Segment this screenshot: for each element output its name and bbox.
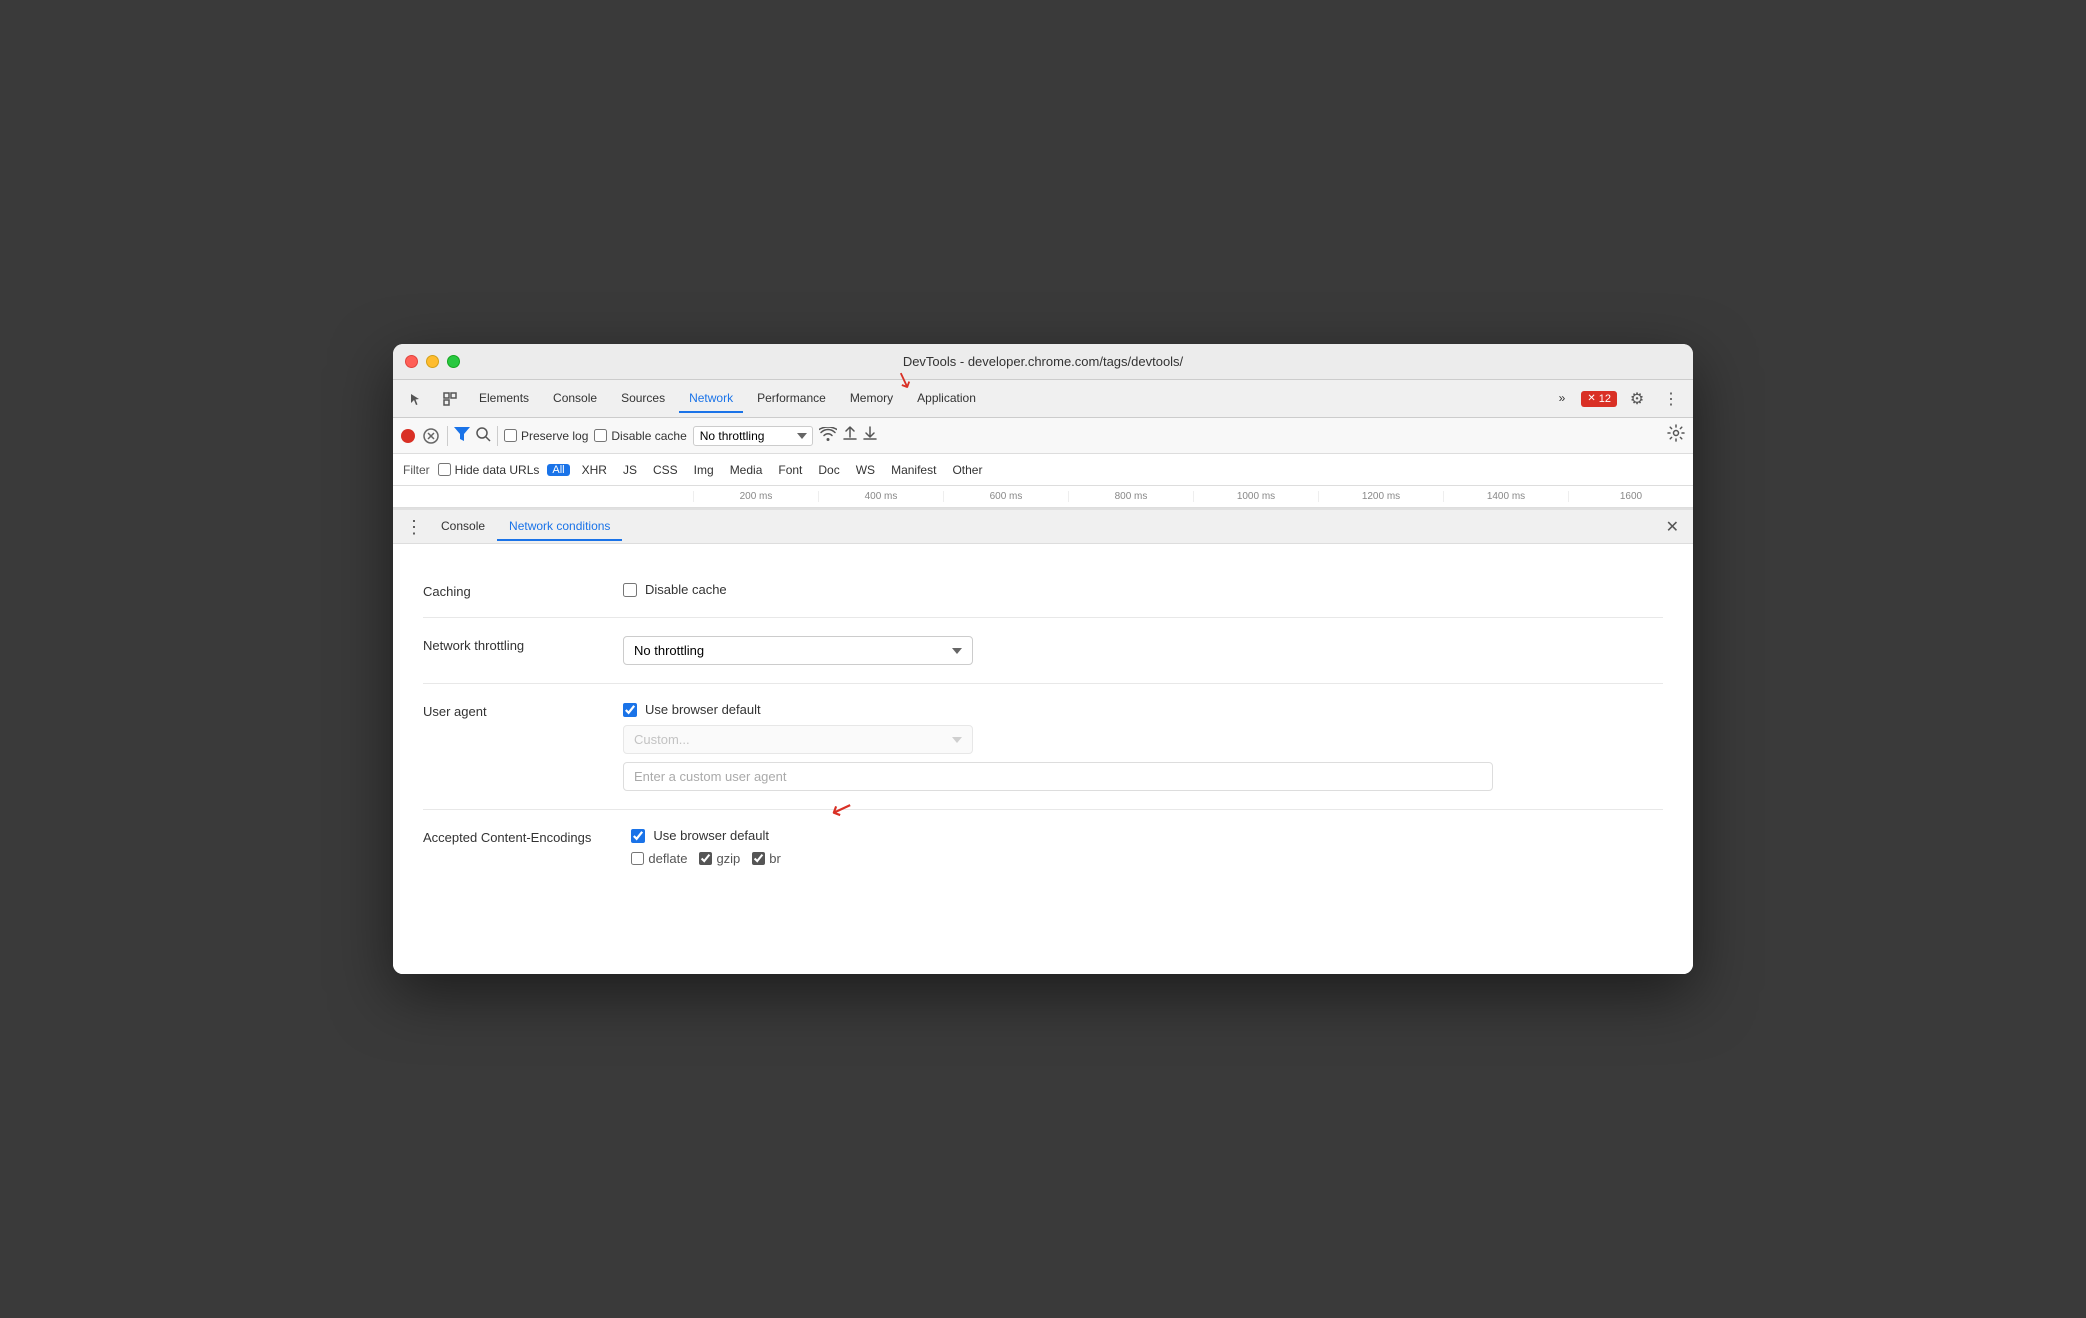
nc-custom-ua-select: Custom... — [623, 725, 973, 754]
filter-xhr[interactable]: XHR — [578, 461, 611, 479]
timeline-marker-7: 1400 ms — [1443, 491, 1568, 502]
nc-encodings-default-checkbox[interactable] — [631, 829, 645, 843]
error-x-icon: ✕ — [1587, 393, 1595, 404]
hide-data-urls-label[interactable]: Hide data URLs — [438, 463, 540, 477]
timeline-marker-6: 1200 ms — [1318, 491, 1443, 502]
bottom-tab-console[interactable]: Console — [429, 513, 497, 541]
nc-disable-cache-label[interactable]: Disable cache — [623, 582, 1663, 597]
nc-user-agent-content: Use browser default Custom... — [623, 702, 1663, 791]
throttle-select[interactable]: No throttling Fast 3G Slow 3G Offline — [693, 426, 813, 446]
nc-user-agent-label: User agent — [423, 702, 583, 719]
nc-encodings-label: Accepted Content-Encodings — [423, 828, 591, 845]
devtools-window: DevTools - developer.chrome.com/tags/dev… — [393, 344, 1693, 974]
upload-icon[interactable] — [843, 426, 857, 445]
maximize-button[interactable] — [447, 355, 460, 368]
filter-manifest[interactable]: Manifest — [887, 461, 940, 479]
toolbar-divider-1 — [447, 426, 448, 446]
toolbar-divider-2 — [497, 426, 498, 446]
close-button[interactable] — [405, 355, 418, 368]
nc-caching-label: Caching — [423, 582, 583, 599]
bottom-panel: ⋮ Console Network conditions ✕ Caching D… — [393, 508, 1693, 974]
preserve-log-checkbox[interactable] — [504, 429, 517, 442]
network-toolbar: Preserve log Disable cache No throttling… — [393, 418, 1693, 454]
nc-throttling-select[interactable]: No throttling Fast 3G Slow 3G Offline — [623, 636, 973, 665]
tab-sources[interactable]: Sources — [611, 385, 675, 413]
download-icon[interactable] — [863, 426, 877, 445]
devtools-tab-bar: Elements Console Sources Network Perform… — [393, 380, 1693, 418]
record-button[interactable] — [401, 429, 415, 443]
search-icon[interactable] — [476, 427, 491, 445]
nc-encodings-default-label[interactable]: Use browser default ↙ — [631, 828, 1663, 843]
wifi-icon[interactable] — [819, 427, 837, 444]
error-badge[interactable]: ✕ 12 — [1581, 391, 1617, 407]
bottom-tab-dots[interactable]: ⋮ — [399, 514, 429, 540]
settings-icon[interactable]: ⚙ — [1623, 385, 1651, 413]
tab-application[interactable]: Application — [907, 385, 986, 413]
nc-use-default-label[interactable]: Use browser default — [623, 702, 1663, 717]
tab-console[interactable]: Console — [543, 385, 607, 413]
more-options-icon[interactable]: ⋮ — [1657, 385, 1685, 413]
filter-all-badge[interactable]: All — [547, 464, 569, 476]
bottom-tab-bar: ⋮ Console Network conditions ✕ — [393, 510, 1693, 544]
disable-cache-label[interactable]: Disable cache — [594, 429, 686, 443]
tab-more[interactable]: » — [1549, 385, 1576, 413]
preserve-log-label[interactable]: Preserve log — [504, 429, 588, 443]
filter-icon[interactable] — [454, 427, 470, 444]
inspect-icon[interactable] — [435, 384, 465, 414]
timeline-marker-4: 800 ms — [1068, 491, 1193, 502]
timeline-bar: 200 ms 400 ms 600 ms 800 ms 1000 ms 1200… — [393, 486, 1693, 508]
timeline-marker-1: 200 ms — [693, 491, 818, 502]
nc-deflate-label[interactable]: deflate — [631, 851, 687, 866]
nc-throttling-row: Network throttling No throttling Fast 3G… — [423, 618, 1663, 684]
timeline-marker-8: 1600 — [1568, 491, 1693, 502]
nc-throttling-label: Network throttling — [423, 636, 583, 653]
nc-gzip-label[interactable]: gzip — [699, 851, 740, 866]
tab-elements[interactable]: Elements — [469, 385, 539, 413]
tab-network[interactable]: Network — [679, 385, 743, 413]
nc-encodings-row: Accepted Content-Encodings Use browser d… — [423, 810, 1663, 884]
nc-throttling-content: No throttling Fast 3G Slow 3G Offline — [623, 636, 1663, 665]
filter-other[interactable]: Other — [948, 461, 986, 479]
minimize-button[interactable] — [426, 355, 439, 368]
bottom-close-button[interactable]: ✕ — [1658, 513, 1687, 541]
nc-custom-ua-input[interactable] — [623, 762, 1493, 791]
filter-js[interactable]: JS — [619, 461, 641, 479]
filter-bar: Filter Hide data URLs All XHR JS CSS Img… — [393, 454, 1693, 486]
nc-user-agent-row: User agent Use browser default Custom... — [423, 684, 1663, 810]
cursor-icon[interactable] — [401, 384, 431, 414]
title-bar: DevTools - developer.chrome.com/tags/dev… — [393, 344, 1693, 380]
nc-use-default-checkbox[interactable] — [623, 703, 637, 717]
tab-right-actions: » ✕ 12 ⚙ ⋮ — [1549, 385, 1685, 413]
nc-deflate-checkbox[interactable] — [631, 852, 644, 865]
timeline-marker-2: 400 ms — [818, 491, 943, 502]
nc-encodings-content: Use browser default ↙ deflate gzip — [631, 828, 1663, 866]
network-conditions-panel: Caching Disable cache Network throttling… — [393, 544, 1693, 974]
tab-memory[interactable]: Memory ↙ — [840, 385, 903, 413]
hide-data-urls-checkbox[interactable] — [438, 463, 451, 476]
timeline-marker-3: 600 ms — [943, 491, 1068, 502]
filter-media[interactable]: Media — [726, 461, 767, 479]
nc-encodings-checkboxes: deflate gzip br — [631, 851, 1663, 866]
window-title: DevTools - developer.chrome.com/tags/dev… — [903, 354, 1183, 369]
filter-label: Filter — [403, 463, 430, 477]
nc-br-checkbox[interactable] — [752, 852, 765, 865]
bottom-tab-network-conditions[interactable]: Network conditions — [497, 513, 622, 541]
traffic-lights — [405, 355, 460, 368]
filter-ws[interactable]: WS — [852, 461, 879, 479]
filter-font[interactable]: Font — [774, 461, 806, 479]
nc-disable-cache-checkbox[interactable] — [623, 583, 637, 597]
timeline-marker-5: 1000 ms — [1193, 491, 1318, 502]
filter-css[interactable]: CSS — [649, 461, 682, 479]
nc-caching-row: Caching Disable cache — [423, 564, 1663, 618]
network-settings-icon[interactable] — [1667, 424, 1685, 447]
nc-br-label[interactable]: br — [752, 851, 781, 866]
nc-caching-content: Disable cache — [623, 582, 1663, 597]
disable-cache-checkbox[interactable] — [594, 429, 607, 442]
filter-img[interactable]: Img — [690, 461, 718, 479]
filter-doc[interactable]: Doc — [814, 461, 843, 479]
clear-button[interactable] — [421, 426, 441, 446]
no-throttling-select-wrapper: No throttling Fast 3G Slow 3G Offline — [623, 636, 1663, 665]
tab-performance[interactable]: Performance — [747, 385, 836, 413]
nc-gzip-checkbox[interactable] — [699, 852, 712, 865]
